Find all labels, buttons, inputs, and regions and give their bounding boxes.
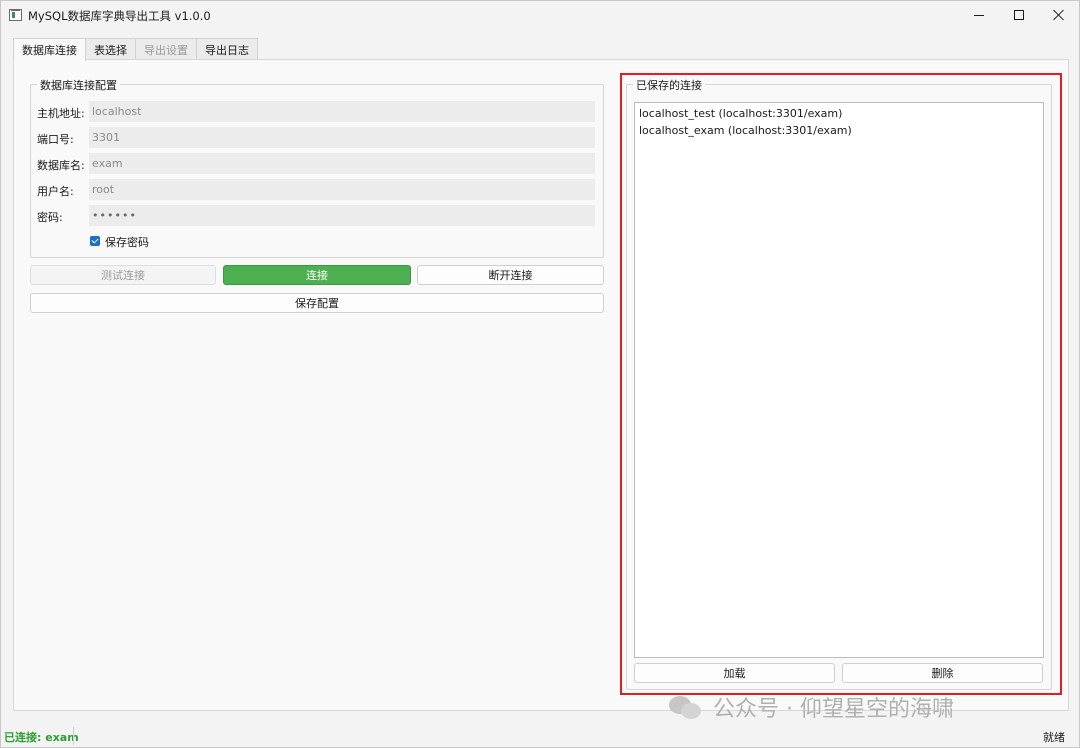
list-item[interactable]: localhost_test (localhost:3301/exam) [635,105,1043,122]
tab-db-connection[interactable]: 数据库连接 [13,38,86,61]
list-item[interactable]: localhost_exam (localhost:3301/exam) [635,122,1043,139]
password-input[interactable]: •••••• [89,205,595,226]
window-title: MySQL数据库字典导出工具 v1.0.0 [28,9,211,23]
tab-export-settings: 导出设置 [135,38,197,60]
maximize-icon [1014,10,1024,20]
password-label: 密码: [37,211,63,224]
connection-config-title: 数据库连接配置 [37,77,120,93]
title-bar: MySQL数据库字典导出工具 v1.0.0 [1,1,1079,31]
close-icon [1053,9,1065,21]
host-label: 主机地址: [37,107,85,120]
disconnect-button[interactable]: 断开连接 [417,265,604,285]
host-input[interactable]: localhost [89,101,595,122]
app-window: MySQL数据库字典导出工具 v1.0.0 数据库连接 表选择 导出设置 导出日… [0,0,1080,748]
connection-status: 已连接: exam [4,731,79,744]
status-divider [73,727,74,745]
saved-connections-title: 已保存的连接 [633,77,705,93]
app-icon [9,9,22,21]
minimize-button[interactable] [959,1,999,29]
delete-button[interactable]: 删除 [842,663,1043,683]
maximize-button[interactable] [999,1,1039,29]
database-label: 数据库名: [37,159,85,172]
test-connection-button: 测试连接 [30,265,216,285]
load-button[interactable]: 加载 [634,663,835,683]
tab-table-select[interactable]: 表选择 [85,38,136,60]
watermark-text: 公众号 · 仰望星空的海啸 [713,697,954,722]
watermark: 公众号 · 仰望星空的海啸 [669,691,954,723]
minimize-icon [974,14,984,16]
status-bar: 已连接: exam 就绪 [1,725,1079,747]
tab-bar: 数据库连接 表选择 导出设置 导出日志 [13,38,258,61]
database-input[interactable]: exam [89,153,595,174]
saved-connections-list[interactable]: localhost_test (localhost:3301/exam) loc… [634,102,1044,658]
tab-content-panel: 数据库连接配置 主机地址: localhost 端口号: 3301 数据库名: … [13,59,1069,711]
port-label: 端口号: [37,133,74,146]
close-button[interactable] [1039,1,1079,29]
port-input[interactable]: 3301 [89,127,595,148]
wechat-icon [669,694,703,720]
tab-export-log[interactable]: 导出日志 [196,38,258,60]
save-password-label[interactable]: 保存密码 [105,234,149,250]
save-password-checkbox[interactable] [90,236,100,246]
username-label: 用户名: [37,185,74,198]
username-input[interactable]: root [89,179,595,200]
save-config-button[interactable]: 保存配置 [30,293,604,313]
ready-status: 就绪 [1043,731,1065,744]
connect-button[interactable]: 连接 [223,265,411,285]
